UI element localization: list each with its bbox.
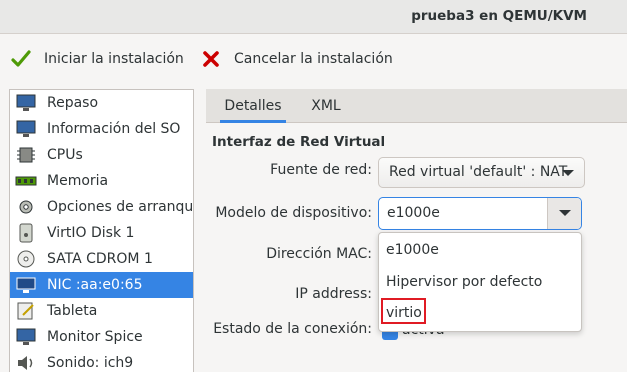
tab-bar: Detalles XML <box>206 89 627 123</box>
sidebar-item-spice-monitor[interactable]: Monitor Spice <box>10 324 193 350</box>
monitor-icon <box>15 93 37 113</box>
memory-icon <box>15 171 37 191</box>
sidebar-item-label: VirtIO Disk 1 <box>47 225 135 241</box>
chevron-down-icon <box>559 210 571 216</box>
hardware-list: Repaso Información del SO CPUs Memoria O… <box>9 89 194 372</box>
disk-icon <box>15 223 37 243</box>
sidebar-item-label: SATA CDROM 1 <box>47 251 153 267</box>
toolbar: Iniciar la instalación Cancelar la insta… <box>0 35 627 85</box>
sidebar-item-tablet[interactable]: Tableta <box>10 298 193 324</box>
chevron-down-icon <box>562 170 574 176</box>
title-bar: prueba3 en QEMU/KVM <box>0 0 627 34</box>
window-title: prueba3 en QEMU/KVM <box>411 8 587 24</box>
link-state-label: Estado de la conexión: <box>213 321 372 337</box>
sidebar-item-label: Repaso <box>47 95 99 111</box>
sidebar-item-sound[interactable]: Sonido: ich9 <box>10 350 193 372</box>
network-source-select[interactable]: Red virtual 'default' : NAT <box>378 157 585 188</box>
sidebar-item-label: NIC :aa:e0:65 <box>47 277 143 293</box>
sidebar-item-label: Opciones de arranque <box>47 199 194 215</box>
start-install-label: Iniciar la instalación <box>44 51 184 67</box>
sidebar-item-label: Información del SO <box>47 121 181 137</box>
dropdown-option-e1000e[interactable]: e1000e <box>386 242 439 258</box>
sidebar-item-label: Sonido: ich9 <box>47 355 134 371</box>
cpu-icon <box>15 145 37 165</box>
network-source-value: Red virtual 'default' : NAT <box>389 164 568 180</box>
sidebar-item-os-info[interactable]: Información del SO <box>10 116 193 142</box>
sidebar-item-virtio-disk[interactable]: VirtIO Disk 1 <box>10 220 193 246</box>
sidebar-item-label: Tableta <box>47 303 98 319</box>
ip-address-label: IP address: <box>295 286 372 302</box>
dropdown-option-hypervisor-default[interactable]: Hipervisor por defecto <box>386 274 542 290</box>
network-icon <box>15 275 37 295</box>
tab-xml[interactable]: XML <box>306 89 346 123</box>
tablet-icon <box>15 301 37 321</box>
network-source-label: Fuente de red: <box>270 162 372 178</box>
sidebar-item-memory[interactable]: Memoria <box>10 168 193 194</box>
section-title: Interfaz de Red Virtual <box>212 134 386 150</box>
cancel-install-button[interactable]: Cancelar la instalación <box>200 46 393 72</box>
device-model-dropdown: e1000e Hipervisor por defecto virtio <box>378 232 582 332</box>
device-model-label: Modelo de dispositivo: <box>215 205 372 221</box>
cdrom-icon <box>15 249 37 269</box>
mac-address-label: Dirección MAC: <box>266 246 372 262</box>
x-icon <box>200 48 222 70</box>
gear-icon <box>15 197 37 217</box>
monitor-icon <box>15 119 37 139</box>
speaker-icon <box>15 353 37 372</box>
sidebar-item-nic[interactable]: NIC :aa:e0:65 <box>10 272 193 298</box>
sidebar-item-cpus[interactable]: CPUs <box>10 142 193 168</box>
start-install-button[interactable]: Iniciar la instalación <box>10 46 184 72</box>
highlight-box <box>381 298 426 324</box>
sidebar-item-label: CPUs <box>47 147 83 163</box>
monitor-icon <box>15 327 37 347</box>
device-model-dropdown-button[interactable] <box>547 198 581 229</box>
sidebar-item-sata-cdrom[interactable]: SATA CDROM 1 <box>10 246 193 272</box>
sidebar-item-label: Memoria <box>47 173 109 189</box>
tab-details[interactable]: Detalles <box>214 89 292 123</box>
cancel-install-label: Cancelar la instalación <box>234 51 393 67</box>
sidebar-item-label: Monitor Spice <box>47 329 143 345</box>
device-model-combo[interactable]: e1000e <box>378 197 582 230</box>
sidebar-item-overview[interactable]: Repaso <box>10 90 193 116</box>
sidebar-item-boot-options[interactable]: Opciones de arranque <box>10 194 193 220</box>
device-model-value: e1000e <box>387 205 440 221</box>
checkmark-icon <box>10 48 32 70</box>
